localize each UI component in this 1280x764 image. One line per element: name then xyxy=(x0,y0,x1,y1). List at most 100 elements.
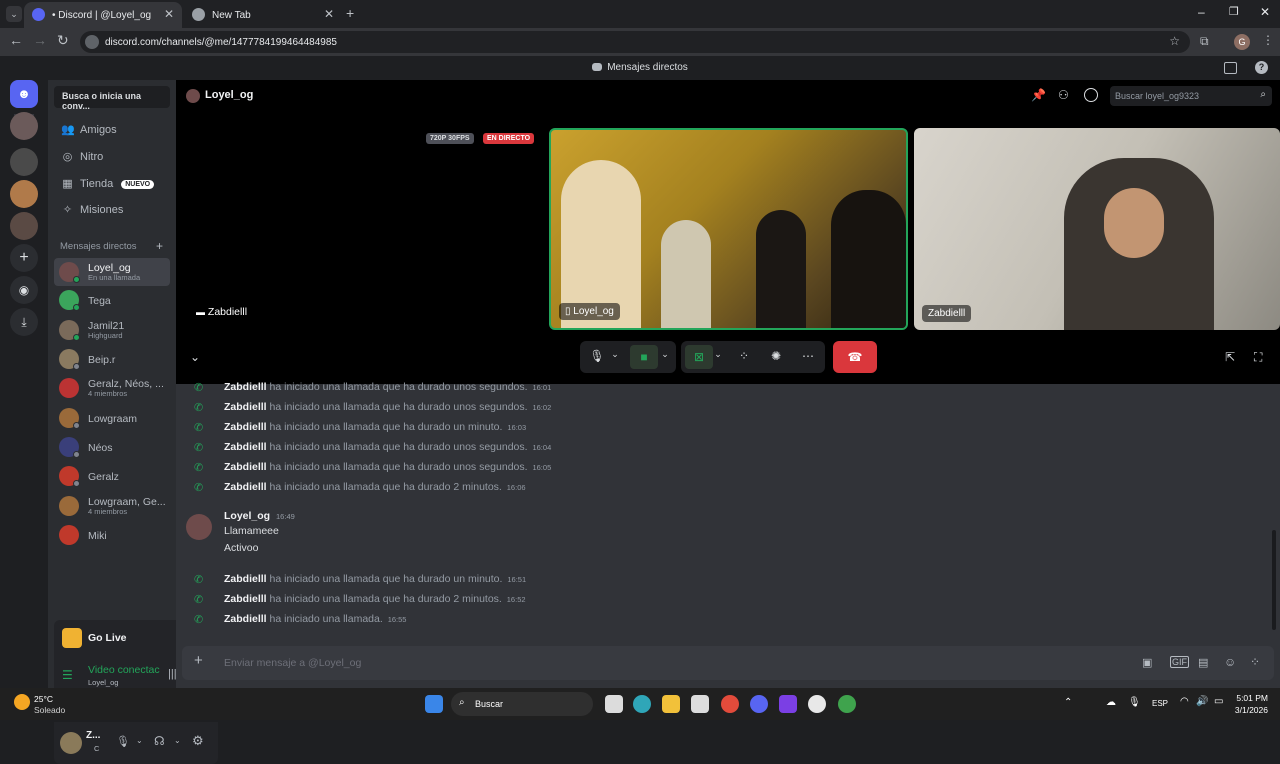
attach-plus-icon[interactable]: + xyxy=(194,652,203,669)
video-tile[interactable]: ▯ Loyel_og xyxy=(549,128,908,330)
call-log-user[interactable]: Zabdielll xyxy=(224,613,267,625)
dm-item[interactable]: Lowgraam xyxy=(54,404,170,432)
user-name[interactable]: Z... xyxy=(86,730,100,741)
close-window-icon[interactable]: ✕ xyxy=(1260,5,1270,19)
pin-icon[interactable]: 📌 xyxy=(1031,88,1046,102)
microphone-icon[interactable]: 🎙 xyxy=(1128,697,1141,708)
camera-icon[interactable]: ■ xyxy=(630,345,658,369)
download-icon[interactable]: ⤓ xyxy=(10,308,38,336)
reload-icon[interactable]: ↻ xyxy=(57,32,69,49)
clock-time[interactable]: 5:01 PM xyxy=(1234,693,1268,703)
call-log-user[interactable]: Zabdielll xyxy=(224,461,267,473)
weather-icon[interactable] xyxy=(14,694,30,710)
forward-icon[interactable]: → xyxy=(33,32,47,48)
nav-shop[interactable]: ▦ Tienda NUEVO xyxy=(56,172,170,196)
taskbar-search[interactable]: ⌕ Buscar xyxy=(451,692,593,716)
chat-scrollbar[interactable] xyxy=(1272,530,1276,630)
dm-item[interactable]: Loyel_og En una llamada xyxy=(54,258,170,286)
file-explorer-icon[interactable] xyxy=(662,695,680,713)
dm-item[interactable]: Geralz xyxy=(54,462,170,490)
site-info-icon[interactable] xyxy=(85,35,99,49)
edge-icon[interactable] xyxy=(633,695,651,713)
task-view-icon[interactable] xyxy=(605,695,623,713)
call-log-user[interactable]: Zabdielll xyxy=(224,573,267,585)
server-icon[interactable] xyxy=(10,180,38,208)
popout-icon[interactable]: ⇱ xyxy=(1225,350,1235,364)
language-indicator[interactable]: ESP xyxy=(1152,699,1168,708)
voice-channel-name[interactable]: Loyel_og xyxy=(88,678,118,687)
leave-call-button[interactable]: ☎ xyxy=(833,341,877,373)
fullscreen-icon[interactable]: ⛶ xyxy=(1254,350,1262,365)
back-icon[interactable]: ← xyxy=(9,32,23,48)
dm-item[interactable]: Jamil21 Highguard xyxy=(54,316,170,344)
nav-quests[interactable]: ✧ Misiones xyxy=(56,198,170,222)
message-author-avatar[interactable] xyxy=(186,514,212,540)
activities-icon[interactable]: ⁘ xyxy=(735,349,753,363)
restore-icon[interactable]: ❐ xyxy=(1229,5,1239,18)
header-search[interactable]: Buscar loyel_og9323 ⌕ xyxy=(1110,86,1272,106)
add-friends-icon[interactable]: ⚇ xyxy=(1058,88,1069,102)
store-icon[interactable] xyxy=(691,695,709,713)
discord-home-icon[interactable]: ☻ xyxy=(10,80,38,108)
server-icon[interactable] xyxy=(10,112,38,140)
apps-icon[interactable]: ⁘ xyxy=(1250,655,1260,669)
chevron-down-icon[interactable]: ⌄ xyxy=(136,736,143,745)
soundboard-icon[interactable]: ✺ xyxy=(767,349,785,363)
battery-icon[interactable]: ▭ xyxy=(1214,696,1223,707)
microphone-icon[interactable]: 🎙 xyxy=(588,349,606,363)
discord-taskbar-icon[interactable] xyxy=(750,695,768,713)
call-log-user[interactable]: Zabdielll xyxy=(224,481,267,493)
sticker-icon[interactable]: ▤ xyxy=(1198,656,1208,669)
emoji-icon[interactable]: ☺ xyxy=(1224,655,1236,669)
wifi-icon[interactable]: ◠ xyxy=(1180,696,1189,707)
add-server-icon[interactable]: + xyxy=(10,244,38,272)
chevron-down-icon[interactable]: ⌄ xyxy=(709,349,727,360)
discover-icon[interactable]: ◉ xyxy=(10,276,38,304)
bookmark-star-icon[interactable]: ☆ xyxy=(1169,34,1180,48)
dm-item[interactable]: Néos xyxy=(54,433,170,461)
channel-name[interactable]: Loyel_og xyxy=(205,89,253,101)
close-tab-icon[interactable]: ✕ xyxy=(324,7,334,21)
server-icon[interactable] xyxy=(10,148,38,176)
app-icon[interactable] xyxy=(808,695,826,713)
call-log-user[interactable]: Zabdielll xyxy=(224,441,267,453)
create-dm-icon[interactable]: + xyxy=(156,239,163,253)
more-options-icon[interactable]: ⋯ xyxy=(799,349,817,363)
new-tab-button[interactable]: + xyxy=(346,5,354,21)
server-icon[interactable] xyxy=(10,212,38,240)
find-conversation-button[interactable]: Busca o inicia una conv... xyxy=(54,86,170,111)
profile-avatar[interactable]: G xyxy=(1234,34,1250,50)
dm-item[interactable]: Beip.r xyxy=(54,345,170,373)
call-log-user[interactable]: Zabdielll xyxy=(224,381,267,393)
chevron-down-icon[interactable]: ⌄ xyxy=(606,349,624,360)
call-log-user[interactable]: Zabdielll xyxy=(224,593,267,605)
channel-avatar[interactable] xyxy=(186,89,200,103)
microphone-icon[interactable]: 🎙 xyxy=(116,735,130,748)
dm-item[interactable]: Tega xyxy=(54,286,170,314)
chrome-icon[interactable] xyxy=(721,695,739,713)
clock-date[interactable]: 3/1/2026 xyxy=(1230,705,1268,715)
user-avatar[interactable] xyxy=(60,732,82,754)
help-icon[interactable]: ? xyxy=(1255,61,1268,74)
headphones-icon[interactable]: ☊ xyxy=(154,734,165,748)
chrome-menu-icon[interactable]: ⋮ xyxy=(1262,33,1274,47)
cloud-icon[interactable]: ☁ xyxy=(1106,697,1116,708)
nav-nitro[interactable]: ◎ Nitro xyxy=(56,145,170,169)
chevron-down-icon[interactable]: ⌄ xyxy=(656,349,674,360)
message-author[interactable]: Loyel_og xyxy=(224,510,270,522)
chevron-down-icon[interactable]: ⌄ xyxy=(174,736,181,745)
weather-temp[interactable]: 25°C xyxy=(34,694,53,704)
dm-item[interactable]: Lowgraam, Ge... 4 miembros xyxy=(54,492,170,520)
tab-search-button[interactable]: ⌄ xyxy=(6,6,22,22)
dm-item[interactable]: Miki xyxy=(54,521,170,549)
tab-discord[interactable]: • Discord | @Loyel_og ✕ xyxy=(24,2,182,28)
call-log-user[interactable]: Zabdielll xyxy=(224,421,267,433)
call-log-user[interactable]: Zabdielll xyxy=(224,401,267,413)
voice-status[interactable]: Video conectac xyxy=(88,664,160,676)
gift-icon[interactable]: ▣ xyxy=(1142,656,1152,669)
tray-chevron-icon[interactable]: ⌃ xyxy=(1064,697,1072,708)
user-profile-icon[interactable] xyxy=(1084,88,1098,102)
nav-friends[interactable]: 👥 Amigos xyxy=(56,118,170,142)
tab-new-tab[interactable]: New Tab ✕ xyxy=(184,2,342,28)
participant-label[interactable]: ▬ Zabdielll xyxy=(196,306,247,318)
